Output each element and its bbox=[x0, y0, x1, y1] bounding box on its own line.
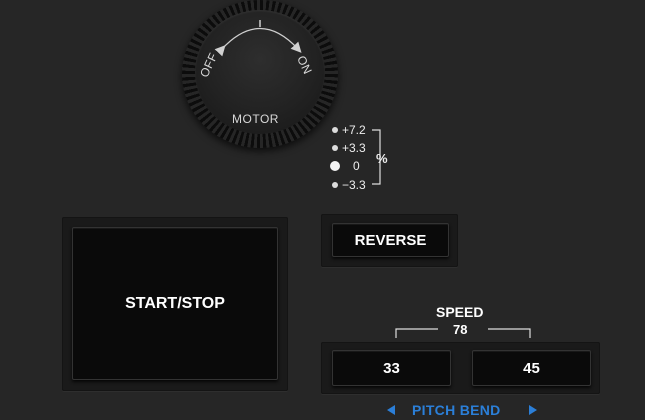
speed-title: SPEED bbox=[436, 304, 484, 320]
start-stop-button[interactable]: START/STOP bbox=[72, 227, 278, 380]
speed-indicator-dot-plus33 bbox=[332, 145, 338, 151]
speed-indicator-dot-minus33 bbox=[332, 182, 338, 188]
speed-level-label: 0 bbox=[353, 159, 360, 173]
reverse-button[interactable]: REVERSE bbox=[332, 223, 449, 257]
speed-level-label: +7.2 bbox=[342, 123, 366, 137]
speed-45-button[interactable]: 45 bbox=[472, 350, 591, 386]
speed-indicator-dot-plus72 bbox=[332, 127, 338, 133]
speed-unit-label: % bbox=[376, 151, 388, 166]
pitch-bend-label: PITCH BEND bbox=[412, 402, 501, 418]
triangle-left-icon[interactable] bbox=[386, 404, 396, 416]
speed-indicator-dot-zero-active bbox=[330, 161, 340, 171]
triangle-right-icon[interactable] bbox=[528, 404, 538, 416]
speed-33-button[interactable]: 33 bbox=[332, 350, 451, 386]
speed-level-label: −3.3 bbox=[342, 178, 366, 192]
motor-label: MOTOR bbox=[232, 112, 279, 126]
speed-level-label: +3.3 bbox=[342, 141, 366, 155]
speed-78-label: 78 bbox=[453, 322, 468, 337]
